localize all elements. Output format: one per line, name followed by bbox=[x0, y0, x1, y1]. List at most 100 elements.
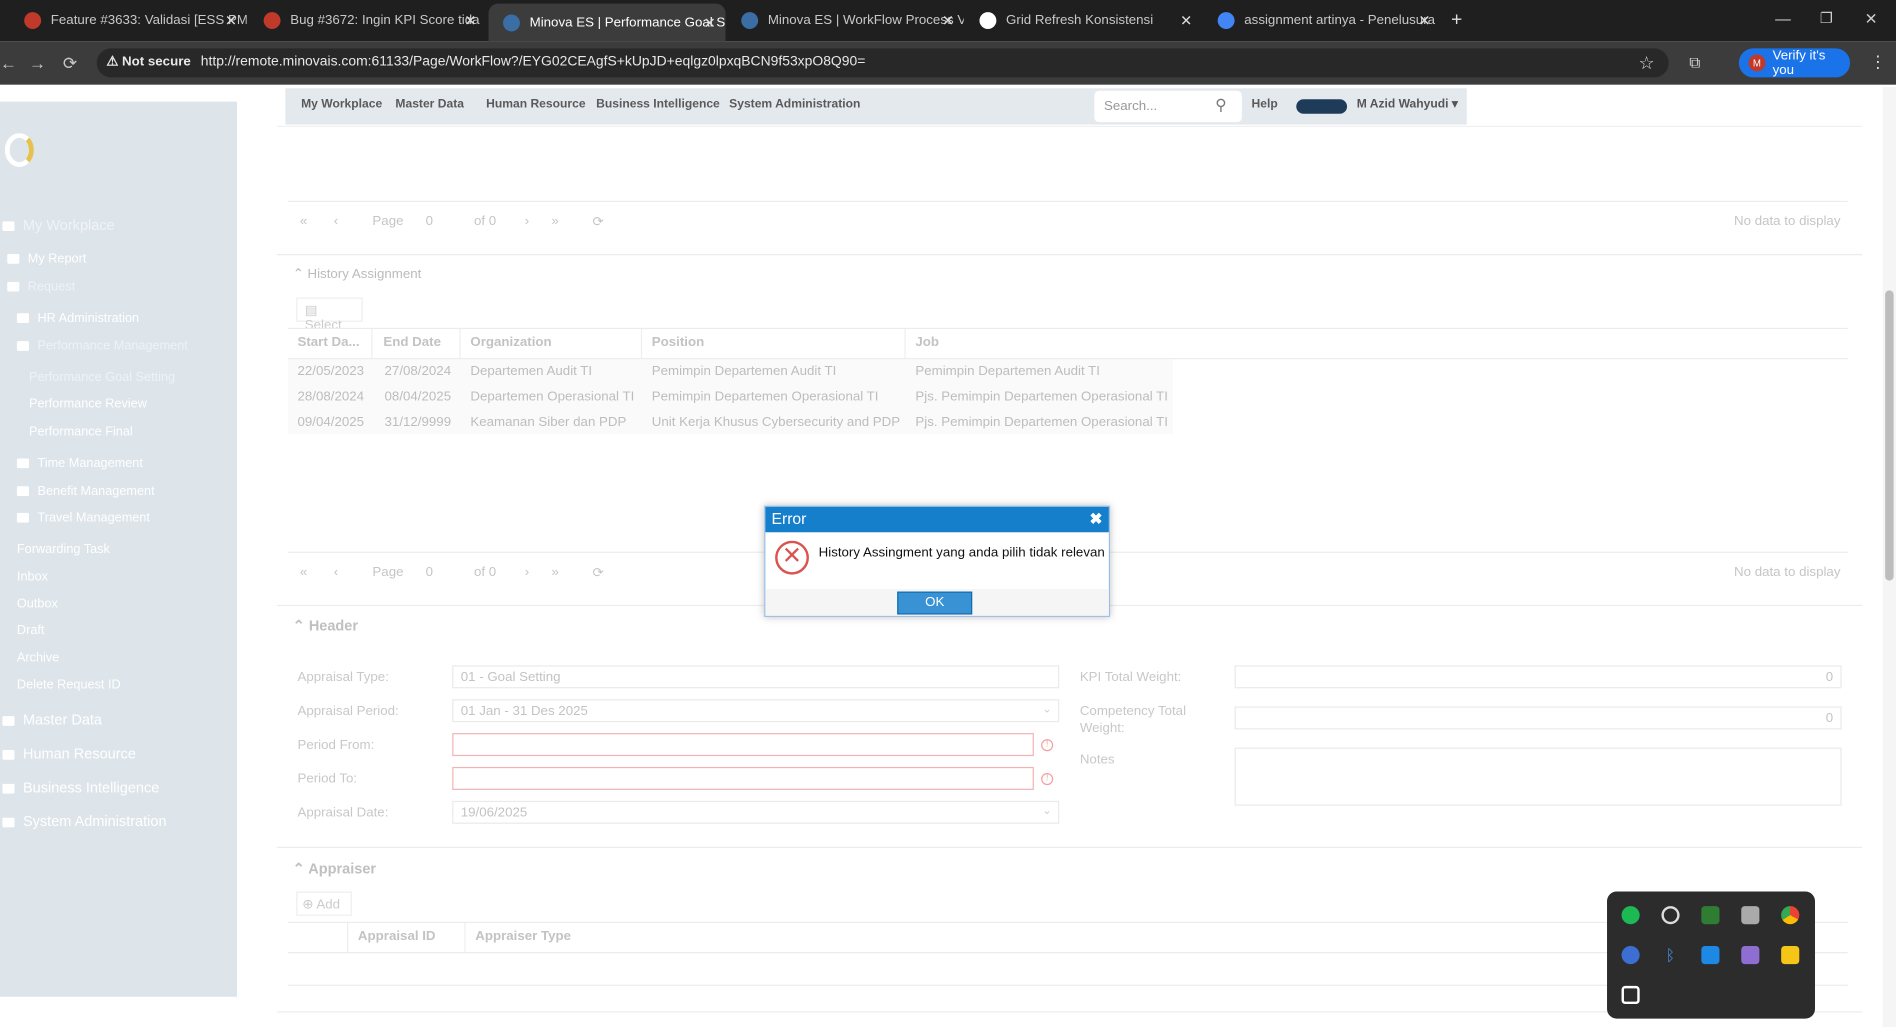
sidebar-performance-final[interactable]: Performance Final bbox=[29, 425, 133, 440]
sidebar-forwarding-task[interactable]: Forwarding Task bbox=[17, 542, 110, 557]
appraisal-date-field[interactable]: 19/06/2025 bbox=[452, 800, 1060, 824]
close-icon[interactable]: ✖ bbox=[1088, 510, 1104, 526]
browser-tab[interactable]: Feature #3633: Validasi [ESS PM ✕ bbox=[10, 5, 247, 36]
sidebar-master-data[interactable]: Master Data bbox=[2, 711, 102, 728]
sidebar-performance-management[interactable]: Performance Management bbox=[16, 339, 188, 353]
sidebar-human-resource[interactable]: Human Resource bbox=[2, 745, 136, 762]
refresh-icon[interactable]: ⟳ bbox=[593, 214, 604, 230]
extensions-icon[interactable]: ⧉ bbox=[1689, 53, 1700, 72]
nav-system-administration[interactable]: System Administration bbox=[729, 98, 860, 111]
sidebar-request[interactable]: Request bbox=[7, 279, 75, 294]
sidebar-benefit-management[interactable]: Benefit Management bbox=[16, 484, 155, 498]
menu-dots-icon[interactable]: ⋮ bbox=[1869, 52, 1886, 73]
col-position[interactable]: Position bbox=[642, 329, 906, 359]
sidebar-business-intelligence[interactable]: Business Intelligence bbox=[2, 779, 159, 796]
bookmark-star-icon[interactable]: ☆ bbox=[1638, 52, 1654, 74]
user-menu[interactable]: M Azid Wahyudi ▾ bbox=[1357, 98, 1458, 111]
chrome-icon[interactable] bbox=[1781, 906, 1800, 925]
sidebar-travel-management[interactable]: Travel Management bbox=[16, 510, 150, 525]
sync-icon[interactable] bbox=[1661, 906, 1680, 925]
col-organization[interactable]: Organization bbox=[461, 329, 643, 359]
refresh-icon[interactable]: ⟳ bbox=[593, 565, 604, 581]
sidebar-inbox[interactable]: Inbox bbox=[17, 570, 48, 585]
defender-icon[interactable] bbox=[1701, 945, 1720, 965]
sidebar-my-report[interactable]: My Report bbox=[7, 252, 86, 266]
last-page-icon[interactable]: » bbox=[551, 214, 558, 229]
next-page-icon[interactable]: › bbox=[525, 565, 529, 580]
display-icon[interactable] bbox=[1621, 985, 1640, 1005]
appraisal-period-select[interactable]: 01 Jan - 31 Des 2025 bbox=[452, 699, 1060, 723]
new-tab-icon[interactable]: + bbox=[1451, 10, 1462, 32]
nav-business-intelligence[interactable]: Business Intelligence bbox=[596, 98, 720, 111]
page-input[interactable]: 0 bbox=[426, 214, 433, 229]
col-appraisal-id[interactable]: Appraisal ID bbox=[348, 923, 466, 953]
minimize-icon[interactable]: — bbox=[1775, 10, 1791, 28]
reload-icon[interactable]: ⟳ bbox=[63, 53, 77, 74]
ok-button[interactable]: OK bbox=[897, 591, 973, 615]
scrollbar-thumb[interactable] bbox=[1885, 290, 1894, 581]
notes-textarea[interactable] bbox=[1234, 747, 1842, 806]
prev-page-icon[interactable]: ‹ bbox=[334, 214, 338, 229]
sidebar-performance-review[interactable]: Performance Review bbox=[29, 397, 147, 412]
col-job[interactable]: Job bbox=[906, 329, 1172, 358]
kpi-total-weight-field[interactable]: 0 bbox=[1234, 665, 1842, 689]
page-input[interactable]: 0 bbox=[426, 565, 433, 580]
close-tab-icon[interactable]: ✕ bbox=[704, 14, 716, 31]
sidebar-my-workplace[interactable]: My Workplace bbox=[2, 217, 115, 233]
prev-page-icon[interactable]: ‹ bbox=[334, 565, 338, 580]
header-section-title[interactable]: ⌃ Header bbox=[293, 617, 358, 634]
browser-tab-active[interactable]: Minova ES | Performance Goal S ✕ bbox=[488, 3, 726, 42]
sidebar-archive[interactable]: Archive bbox=[17, 651, 59, 666]
close-tab-icon[interactable]: ✕ bbox=[1180, 12, 1192, 29]
next-page-icon[interactable]: › bbox=[525, 214, 529, 229]
appraiser-section-title[interactable]: ⌃ Appraiser bbox=[293, 860, 376, 877]
browser-tab[interactable]: assignment artinya - Penelusura ✕ bbox=[1203, 5, 1440, 36]
close-tab-icon[interactable]: ✕ bbox=[464, 12, 476, 29]
not-secure-badge[interactable]: ⚠ Not secure bbox=[106, 53, 190, 69]
close-tab-icon[interactable]: ✕ bbox=[1418, 12, 1430, 29]
competency-total-weight-field[interactable]: 0 bbox=[1234, 706, 1842, 730]
add-button[interactable]: ⊕ Add bbox=[296, 891, 352, 916]
help-link[interactable]: Help bbox=[1252, 98, 1278, 111]
sidebar-system-administration[interactable]: System Administration bbox=[2, 813, 167, 830]
theme-toggle[interactable] bbox=[1296, 99, 1348, 114]
col-start-date[interactable]: Start Da... bbox=[288, 329, 373, 359]
url-text[interactable]: http://remote.minovais.com:61133/Page/Wo… bbox=[201, 54, 866, 69]
col-end-date[interactable]: End Date bbox=[374, 329, 461, 359]
close-tab-icon[interactable]: ✕ bbox=[942, 12, 954, 29]
sidebar-hr-administration[interactable]: HR Administration bbox=[16, 311, 139, 325]
verify-button[interactable]: M Verify it's you bbox=[1738, 48, 1851, 78]
search-icon[interactable]: ⚲ bbox=[1215, 96, 1227, 115]
sidebar-delete-request-id[interactable]: Delete Request ID bbox=[17, 677, 121, 692]
nvidia-icon[interactable] bbox=[1701, 906, 1720, 925]
browser-tab[interactable]: Grid Refresh Konsistensi ✕ bbox=[965, 5, 1202, 36]
bluetooth-icon[interactable]: ᛒ bbox=[1661, 946, 1679, 964]
back-icon[interactable]: ← bbox=[0, 53, 17, 72]
restore-icon[interactable]: ❐ bbox=[1820, 10, 1833, 27]
history-assignment-header[interactable]: ⌃ History Assignment bbox=[293, 266, 422, 282]
period-to-field[interactable] bbox=[452, 766, 1034, 790]
period-from-field[interactable] bbox=[452, 733, 1034, 757]
nav-human-resource[interactable]: Human Resource bbox=[486, 98, 585, 111]
nav-my-workplace[interactable]: My Workplace bbox=[301, 98, 382, 111]
browser-tab[interactable]: Minova ES | WorkFlow Process V ✕ bbox=[727, 5, 964, 36]
select-button[interactable]: ▤ Select bbox=[296, 297, 363, 333]
nav-master-data[interactable]: Master Data bbox=[395, 98, 464, 111]
col-appraiser-type[interactable]: Appraiser Type bbox=[466, 923, 708, 952]
folder-sync-icon[interactable] bbox=[1781, 945, 1800, 965]
chevron-down-icon[interactable]: ⌄ bbox=[1042, 804, 1051, 817]
app-icon[interactable] bbox=[1741, 906, 1760, 925]
feather-icon[interactable] bbox=[1741, 945, 1760, 965]
last-page-icon[interactable]: » bbox=[551, 565, 558, 580]
close-window-icon[interactable]: ✕ bbox=[1865, 10, 1878, 29]
first-page-icon[interactable]: « bbox=[300, 565, 307, 580]
browser-tab[interactable]: Bug #3672: Ingin KPI Score tida ✕ bbox=[249, 5, 486, 36]
spotify-icon[interactable] bbox=[1621, 906, 1640, 925]
clock-icon[interactable] bbox=[1621, 945, 1640, 965]
sidebar-outbox[interactable]: Outbox bbox=[17, 596, 58, 611]
chevron-down-icon[interactable]: ⌄ bbox=[1042, 703, 1051, 716]
appraisal-type-field[interactable]: 01 - Goal Setting bbox=[452, 665, 1060, 689]
first-page-icon[interactable]: « bbox=[300, 214, 307, 229]
forward-icon[interactable]: → bbox=[29, 53, 46, 72]
sidebar-time-management[interactable]: Time Management bbox=[16, 456, 143, 471]
